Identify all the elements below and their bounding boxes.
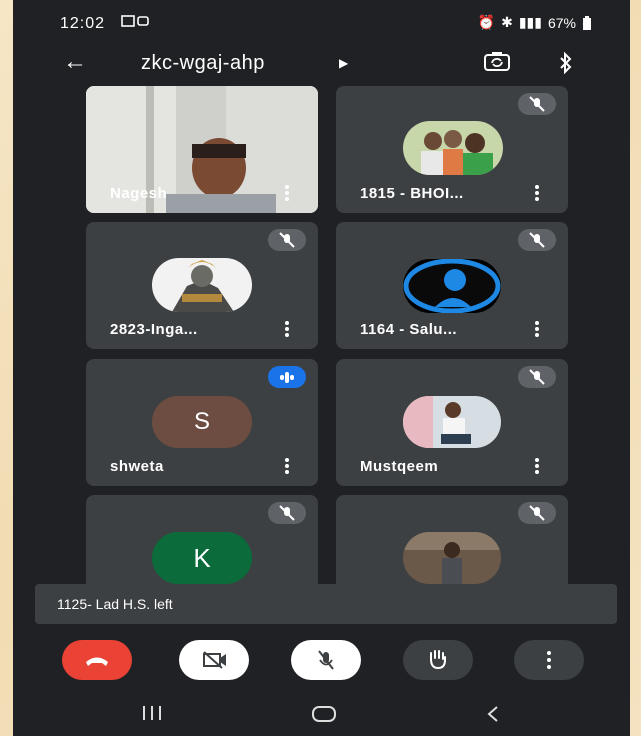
raise-hand-icon xyxy=(430,650,446,670)
participant-tile[interactable]: Nagesh xyxy=(86,86,318,213)
participant-tile[interactable]: 1815 - BHOI... xyxy=(336,86,568,213)
participant-tile[interactable]: S shweta xyxy=(86,359,318,486)
back-nav-icon[interactable] xyxy=(486,705,500,723)
recent-apps-icon[interactable] xyxy=(141,706,163,720)
mic-toggle-button[interactable] xyxy=(291,640,361,680)
participant-initial-avatar: K xyxy=(152,532,252,584)
participant-name: Mustqeem xyxy=(360,458,439,475)
end-call-icon xyxy=(86,657,108,666)
camera-toggle-button[interactable] xyxy=(179,640,249,680)
participant-tile[interactable]: 1164 - Salu... xyxy=(336,222,568,349)
more-options-icon[interactable] xyxy=(535,458,539,474)
more-options-icon[interactable] xyxy=(535,321,539,337)
back-arrow-icon[interactable]: ← xyxy=(63,48,87,76)
switch-camera-icon[interactable] xyxy=(483,50,511,72)
battery-percent: 67% xyxy=(547,14,576,31)
more-options-icon[interactable] xyxy=(285,185,289,201)
toast-text: 1125- Lad H.S. left xyxy=(57,596,173,612)
status-bar: 12:02 ⏰ ✱ ▮▮▮ 67% xyxy=(13,0,630,44)
mic-muted-icon xyxy=(268,502,306,524)
home-icon[interactable] xyxy=(311,706,337,722)
mic-muted-icon xyxy=(268,229,306,251)
system-nav-bar xyxy=(13,686,630,736)
meeting-code[interactable]: zkc-wgaj-ahp xyxy=(141,52,265,75)
participant-tile[interactable]: 2823-Inga... xyxy=(86,222,318,349)
mic-muted-icon xyxy=(518,366,556,388)
participant-photo xyxy=(403,532,501,584)
participant-initial-avatar: S xyxy=(152,396,252,448)
participant-name: shweta xyxy=(110,458,164,475)
participant-name: 2823-Inga... xyxy=(110,321,198,338)
default-avatar-icon xyxy=(403,259,501,313)
status-time: 12:02 xyxy=(60,15,106,32)
notification-icons xyxy=(121,15,151,30)
caret-right-icon[interactable]: ▶ xyxy=(339,56,348,70)
participant-photo xyxy=(403,121,503,175)
participant-photo xyxy=(403,396,501,448)
status-right: ⏰ ✱ ▮▮▮ 67% xyxy=(478,14,592,31)
mic-off-icon xyxy=(318,650,334,670)
more-options-icon[interactable] xyxy=(285,458,289,474)
battery-icon xyxy=(583,15,591,30)
participant-name: 1815 - BHOI... xyxy=(360,185,464,202)
bluetooth-icon[interactable] xyxy=(558,52,574,74)
more-options-icon xyxy=(547,651,551,669)
gallery-icon xyxy=(121,15,149,27)
participant-name: 1164 - Salu... xyxy=(360,321,458,338)
bluetooth-status-icon: ✱ xyxy=(501,14,513,30)
mic-muted-icon xyxy=(518,229,556,251)
mic-muted-icon xyxy=(518,502,556,524)
more-options-button[interactable] xyxy=(514,640,584,680)
meeting-top-bar: ← zkc-wgaj-ahp ▶ xyxy=(13,44,630,84)
camera-off-icon xyxy=(203,651,226,669)
participant-tile[interactable]: Mustqeem xyxy=(336,359,568,486)
more-options-icon[interactable] xyxy=(535,185,539,201)
signal-icon: ▮▮▮ xyxy=(518,14,542,30)
participant-photo xyxy=(152,258,252,312)
more-options-icon[interactable] xyxy=(285,321,289,337)
speaking-indicator-icon xyxy=(268,366,306,388)
mic-muted-icon xyxy=(518,93,556,115)
participant-left-toast: 1125- Lad H.S. left xyxy=(35,584,617,624)
participant-name: Nagesh xyxy=(110,185,168,202)
end-call-button[interactable] xyxy=(62,640,132,680)
phone-screen: 12:02 ⏰ ✱ ▮▮▮ 67% ← zkc-wgaj-ahp ▶ Nages… xyxy=(13,0,630,736)
raise-hand-button[interactable] xyxy=(403,640,473,680)
alarm-icon: ⏰ xyxy=(477,14,496,30)
